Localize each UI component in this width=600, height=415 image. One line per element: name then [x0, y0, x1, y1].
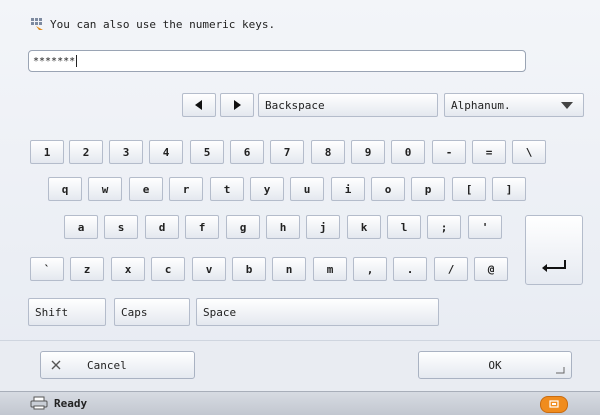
- key-x[interactable]: x: [111, 257, 145, 281]
- arrow-left-icon: [195, 100, 202, 110]
- key-7[interactable]: 7: [270, 140, 304, 164]
- key-p[interactable]: p: [411, 177, 445, 201]
- key-a[interactable]: a: [64, 215, 98, 239]
- input-mode-dropdown[interactable]: Alphanum.: [444, 93, 584, 117]
- printer-status-icon: [30, 396, 48, 410]
- keyboard-panel: You can also use the numeric keys. *****…: [0, 0, 600, 391]
- key-r[interactable]: r: [169, 177, 203, 201]
- key-semicolon[interactable]: ;: [427, 215, 461, 239]
- cancel-label: Cancel: [87, 358, 127, 372]
- key-1[interactable]: 1: [30, 140, 64, 164]
- key-g[interactable]: g: [226, 215, 260, 239]
- key-k[interactable]: k: [347, 215, 381, 239]
- cursor-right-button[interactable]: [220, 93, 254, 117]
- key-j[interactable]: j: [306, 215, 340, 239]
- key-m[interactable]: m: [313, 257, 347, 281]
- keypad-hint-icon: [30, 17, 44, 31]
- status-ready: Ready: [30, 396, 87, 410]
- key-comma[interactable]: ,: [353, 257, 387, 281]
- key-n[interactable]: n: [272, 257, 306, 281]
- key-o[interactable]: o: [371, 177, 405, 201]
- cursor-left-button[interactable]: [182, 93, 216, 117]
- key-9[interactable]: 9: [351, 140, 385, 164]
- confirm-corner-icon: [556, 367, 565, 374]
- key-5[interactable]: 5: [190, 140, 224, 164]
- enter-key[interactable]: [525, 215, 583, 285]
- key-0[interactable]: 0: [391, 140, 425, 164]
- key-e[interactable]: e: [129, 177, 163, 201]
- key-d[interactable]: d: [145, 215, 179, 239]
- key-z[interactable]: z: [70, 257, 104, 281]
- hint: You can also use the numeric keys.: [30, 14, 275, 34]
- key-u[interactable]: u: [290, 177, 324, 201]
- key-at[interactable]: @: [474, 257, 508, 281]
- status-text: Ready: [54, 396, 88, 410]
- key-left-bracket[interactable]: [: [452, 177, 486, 201]
- key-slash[interactable]: /: [434, 257, 468, 281]
- key-period[interactable]: .: [393, 257, 427, 281]
- backspace-button[interactable]: Backspace: [258, 93, 438, 117]
- key-h[interactable]: h: [266, 215, 300, 239]
- key-c[interactable]: c: [151, 257, 185, 281]
- status-monitor-button[interactable]: [540, 396, 568, 413]
- action-bar: Cancel OK: [0, 340, 600, 391]
- key-y[interactable]: y: [250, 177, 284, 201]
- key-minus[interactable]: -: [432, 140, 466, 164]
- input-mode-label: Alphanum.: [451, 98, 511, 112]
- text-input-field[interactable]: *******: [28, 50, 526, 72]
- caps-key[interactable]: Caps: [114, 298, 190, 326]
- key-s[interactable]: s: [104, 215, 138, 239]
- key-4[interactable]: 4: [149, 140, 183, 164]
- hint-text: You can also use the numeric keys.: [50, 17, 276, 31]
- key-apostrophe[interactable]: ': [468, 215, 502, 239]
- key-backslash[interactable]: \: [512, 140, 546, 164]
- enter-arrow-icon: [542, 260, 566, 272]
- close-icon: [51, 360, 61, 370]
- ok-label: OK: [488, 358, 502, 372]
- arrow-right-icon: [234, 100, 241, 110]
- status-monitor-icon: [549, 400, 559, 408]
- key-6[interactable]: 6: [230, 140, 264, 164]
- input-value: *******: [33, 55, 76, 67]
- key-q[interactable]: q: [48, 177, 82, 201]
- key-right-bracket[interactable]: ]: [492, 177, 526, 201]
- key-f[interactable]: f: [185, 215, 219, 239]
- key-2[interactable]: 2: [69, 140, 103, 164]
- shift-key[interactable]: Shift: [28, 298, 106, 326]
- space-key[interactable]: Space: [196, 298, 439, 326]
- key-8[interactable]: 8: [311, 140, 345, 164]
- key-v[interactable]: v: [192, 257, 226, 281]
- key-l[interactable]: l: [387, 215, 421, 239]
- key-w[interactable]: w: [88, 177, 122, 201]
- key-b[interactable]: b: [232, 257, 266, 281]
- cancel-button[interactable]: Cancel: [40, 351, 195, 379]
- text-caret: [76, 55, 78, 67]
- chevron-down-icon: [561, 102, 573, 109]
- key-backtick[interactable]: `: [30, 257, 64, 281]
- ok-button[interactable]: OK: [418, 351, 572, 379]
- key-i[interactable]: i: [331, 177, 365, 201]
- key-3[interactable]: 3: [109, 140, 143, 164]
- key-equals[interactable]: =: [472, 140, 506, 164]
- status-bar: Ready: [0, 391, 600, 415]
- key-t[interactable]: t: [210, 177, 244, 201]
